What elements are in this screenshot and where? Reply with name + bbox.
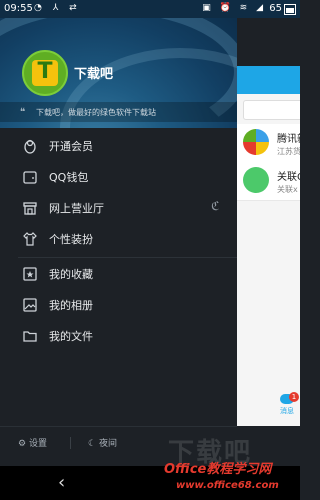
chat-item[interactable]: 腾讯新 江苏货 (237, 124, 300, 163)
menu-item-label: 我的文件 (49, 330, 93, 343)
moon-icon: ☾ (88, 439, 97, 449)
notification-icons: ◔ ⅄ ⇄ (34, 3, 81, 13)
unread-badge: 1 (289, 392, 299, 402)
wallet-icon (23, 171, 37, 184)
qq-drawer-screen: 腾讯新 江苏货 关联Q 关联x 消息 1 09:55 ◔ ⅄ ⇄ ▣ ⏰ ≋ ◢… (0, 0, 300, 500)
menu-item-label: 我的相册 (49, 299, 93, 312)
profile-signature[interactable]: ❝ 下载吧，做最好的绿色软件下载站 (0, 102, 237, 122)
search-input[interactable] (243, 100, 300, 120)
menu-item-label: 开通会员 (49, 140, 93, 153)
linked-qq-icon (243, 167, 269, 193)
battery-level: 65 (269, 3, 282, 14)
watermark-url: www.office68.com (176, 480, 279, 491)
photo-album-icon (23, 298, 37, 312)
china-telecom-icon: ℭ (211, 199, 220, 213)
tab-messages-label: 消息 (280, 407, 294, 415)
menu-item-themes[interactable]: 个性装扮 (0, 223, 237, 254)
settings-button[interactable]: ⚙ 设置 (18, 436, 47, 449)
vip-penguin-icon (24, 139, 36, 154)
gear-icon: ⚙ (18, 439, 27, 449)
menu-item-files[interactable]: 我的文件 (0, 320, 237, 351)
menu-item-vip[interactable]: 开通会员 (0, 130, 237, 161)
quote-icon: ❝ (20, 107, 26, 118)
status-time: 09:55 (4, 3, 33, 14)
tencent-news-icon (243, 129, 269, 155)
logo-letter: T (37, 59, 53, 84)
signature-text: 下载吧，做最好的绿色软件下载站 (36, 108, 156, 117)
back-icon[interactable]: ‹ (58, 472, 65, 493)
night-mode-button[interactable]: ☾ 夜间 (88, 436, 117, 449)
status-bar: 09:55 ◔ ⅄ ⇄ ▣ ⏰ ≋ ◢ 65 (0, 0, 300, 18)
chat-list-panel[interactable]: 腾讯新 江苏货 关联Q 关联x 消息 1 (237, 66, 300, 426)
system-icons: ▣ ⏰ ≋ ◢ (202, 3, 266, 13)
settings-label: 设置 (28, 439, 47, 449)
menu-item-label: QQ钱包 (49, 171, 89, 184)
menu-item-favorites[interactable]: 我的收藏 (0, 258, 237, 289)
chat-title: 关联Q (277, 172, 300, 183)
watermark-text: Office教程学习网 (164, 462, 272, 477)
menu-item-label: 个性装扮 (49, 233, 93, 246)
menu-item-album[interactable]: 我的相册 (0, 289, 237, 320)
avatar[interactable]: T (22, 50, 68, 96)
chat-subtitle: 江苏货 (277, 147, 300, 156)
bottom-separator (70, 437, 71, 449)
folder-icon (23, 331, 37, 342)
menu-item-online-hall[interactable]: 网上营业厅 ℭ (0, 192, 237, 223)
chat-title: 腾讯新 (277, 134, 300, 145)
chat-subtitle: 关联x (277, 185, 298, 194)
chat-panel-header (237, 66, 300, 94)
store-icon (23, 202, 37, 215)
chat-item[interactable]: 关联Q 关联x (237, 162, 300, 201)
menu-item-label: 网上营业厅 (49, 202, 104, 215)
menu-item-label: 我的收藏 (49, 268, 93, 281)
menu-item-wallet[interactable]: QQ钱包 (0, 161, 237, 192)
favorites-icon (23, 267, 37, 281)
profile-nickname[interactable]: 下载吧 (74, 63, 113, 82)
battery-icon (284, 4, 296, 15)
tshirt-icon (23, 232, 37, 246)
night-mode-label: 夜间 (98, 439, 117, 449)
